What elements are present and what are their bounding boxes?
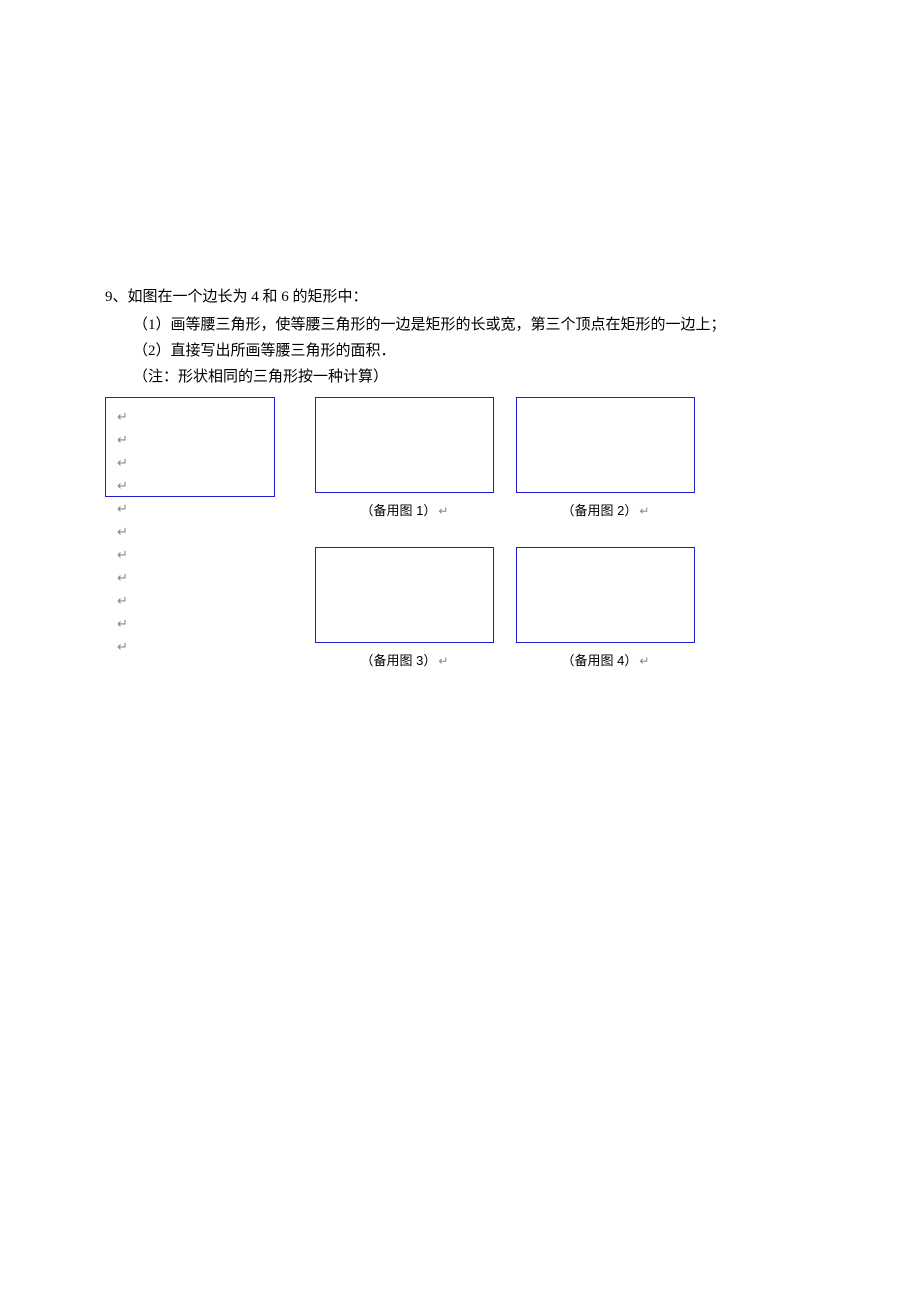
question-stem: 如图在一个边长为 4 和 6 的矩形中： [128,289,368,305]
return-mark-icon: ↵ [117,451,128,474]
return-mark-icon: ↵ [117,428,128,451]
caption-spare-2: （备用图 2）↵ [562,500,650,519]
figure-row-1: （备用图 1）↵ （备用图 2）↵ [105,397,840,519]
caption-spare-3: （备用图 3）↵ [361,650,449,669]
figure-spare-4: （备用图 4）↵ [516,547,695,669]
rectangle-spare-4 [516,547,695,643]
paragraph-marks-column: ↵ ↵ ↵ ↵ ↵ ↵ ↵ ↵ ↵ ↵ ↵ [117,405,128,658]
return-mark-icon: ↵ [639,654,649,668]
document-page: 9、如图在一个边长为 4 和 6 的矩形中： （1）画等腰三角形，使等腰三角形的… [0,0,920,669]
caption-spare-4: （备用图 4）↵ [562,650,650,669]
figure-spare-2: （备用图 2）↵ [516,397,695,519]
rectangle-spare-2 [516,397,695,493]
figure-main [105,397,275,497]
rectangle-main [105,397,275,497]
question-header: 9、如图在一个边长为 4 和 6 的矩形中： [105,285,840,309]
question-part-1: （1）画等腰三角形，使等腰三角形的一边是矩形的长或宽，第三个顶点在矩形的一边上； [105,313,840,337]
return-mark-icon: ↵ [117,520,128,543]
return-mark-icon: ↵ [639,504,649,518]
rectangle-spare-1 [315,397,494,493]
return-mark-icon: ↵ [117,635,128,658]
figure-spare-3: （备用图 3）↵ [315,547,494,669]
return-mark-icon: ↵ [117,543,128,566]
question-note: （注：形状相同的三角形按一种计算） [105,365,840,389]
return-mark-icon: ↵ [117,612,128,635]
figure-spare-1: （备用图 1）↵ [315,397,494,519]
return-mark-icon: ↵ [117,405,128,428]
return-mark-icon: ↵ [117,566,128,589]
question-number: 9、 [105,289,128,305]
caption-spare-1: （备用图 1）↵ [361,500,449,519]
figures-area: ↵ ↵ ↵ ↵ ↵ ↵ ↵ ↵ ↵ ↵ ↵ （备用图 1）↵ [105,397,840,669]
rectangle-spare-3 [315,547,494,643]
question-part-2: （2）直接写出所画等腰三角形的面积． [105,339,840,363]
return-mark-icon: ↵ [117,497,128,520]
return-mark-icon: ↵ [117,474,128,497]
return-mark-icon: ↵ [117,589,128,612]
return-mark-icon: ↵ [438,654,448,668]
return-mark-icon: ↵ [438,504,448,518]
figure-row-2: （备用图 3）↵ （备用图 4）↵ [105,547,840,669]
